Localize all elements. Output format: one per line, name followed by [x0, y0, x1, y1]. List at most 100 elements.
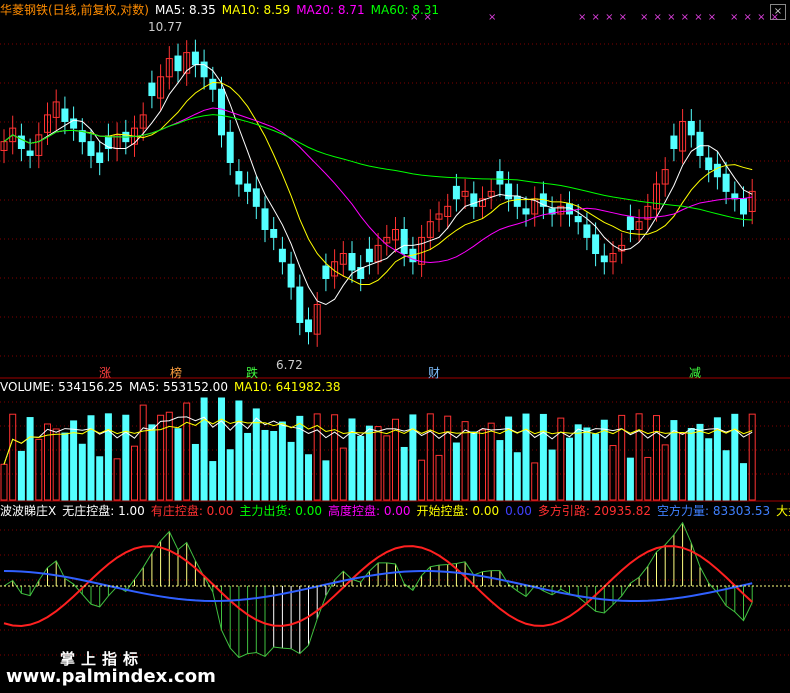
candle-body [87, 141, 95, 156]
dapan-label: 大盘资金 [776, 504, 790, 518]
stock-title: 华菱钢铁(日线,前复权,对数) [0, 3, 149, 17]
volume-bar [426, 413, 434, 501]
volume-bar [731, 413, 739, 501]
candle-body [287, 263, 295, 288]
candle-body [26, 150, 34, 156]
kline-chart [0, 39, 790, 659]
candle-body [270, 228, 278, 238]
indicator-envelope [3, 521, 753, 659]
candle-body [505, 183, 513, 200]
candle-body [513, 195, 521, 207]
marker-x-1: × × [410, 12, 433, 23]
marker-x-5: × × × × [730, 12, 781, 23]
volume-bar [148, 424, 156, 501]
volume-bar [418, 459, 426, 501]
volume-bar [339, 447, 347, 501]
volume-bar [609, 445, 617, 501]
vol-ma5-label: MA5: 553152.00 [129, 380, 228, 394]
volume-bar [218, 397, 225, 501]
candle-body [713, 163, 721, 178]
candle-body [522, 208, 530, 215]
candle-body [705, 157, 713, 171]
volume-header: VOLUME: 534156.25 MA5: 553152.00 MA10: 641… [0, 379, 347, 395]
volume-bar [35, 438, 43, 501]
ma60-line [3, 114, 753, 221]
volume-bar [531, 462, 539, 501]
volume-bar [557, 417, 565, 501]
volume-bar [583, 427, 591, 501]
volume-bar [383, 435, 391, 501]
ma5-label: MA5: 8.35 [155, 3, 216, 17]
volume-bar [626, 457, 634, 501]
tag-jian[interactable]: 减 [689, 364, 701, 381]
volume-bar [574, 424, 582, 501]
volume-bar [444, 415, 452, 501]
candle-body [400, 228, 408, 255]
volume-bar [566, 437, 573, 501]
volume-bar [96, 456, 104, 501]
volume-bar [200, 397, 208, 501]
vol-ma10-label: MA10: 641982.38 [233, 380, 341, 394]
volume-bar [113, 458, 121, 501]
candle-body [574, 215, 582, 223]
candle-body [600, 255, 608, 263]
volume-bar [400, 446, 408, 501]
price-header: 华菱钢铁(日线,前复权,对数) MA5: 8.35 MA10: 8.59 MA20: … [0, 2, 445, 18]
kongfang-label: 空方力量: 83303.53 [656, 504, 771, 518]
candle-body [452, 185, 460, 200]
tag-cai[interactable]: 财 [428, 364, 440, 381]
volume-label: VOLUME: 534156.25 [0, 380, 123, 394]
volume-bar [305, 454, 312, 501]
candle-body [592, 234, 600, 255]
volume-bar [644, 456, 652, 501]
candle-body [235, 171, 243, 185]
candle-body [305, 319, 312, 333]
candle-body [278, 248, 286, 263]
candle-body [226, 131, 234, 163]
candle-body [687, 120, 695, 136]
volume-bar [435, 454, 443, 501]
volume-bar [244, 432, 252, 501]
volume-bar [661, 444, 669, 501]
candle-body [365, 248, 373, 263]
candle-body [96, 152, 104, 163]
volume-bar [278, 421, 286, 501]
volume-bar [539, 413, 547, 501]
volume-bar [174, 428, 182, 501]
volume-bar [592, 433, 600, 501]
zhuli-label: 主力出货: 0.00 [239, 504, 322, 518]
gaodu-label: 高度控盘: 0.00 [327, 504, 411, 518]
volume-bar [740, 463, 747, 501]
candle-body [670, 135, 678, 150]
indicator-name: 波波睇庄X [0, 504, 57, 518]
candle-body [252, 188, 260, 207]
volume-bar [722, 450, 730, 501]
candle-body [696, 131, 704, 156]
volume-bar [191, 443, 199, 501]
candle-body [496, 171, 504, 185]
wuzhuang-label: 无庄控盘: 1.00 [62, 504, 145, 518]
volume-bar [357, 435, 365, 501]
volume-bar [9, 413, 17, 501]
candle-body [244, 183, 252, 192]
volume-bar [26, 417, 34, 501]
volume-bar [165, 411, 173, 501]
kaishi-label: 开始控盘: 0.00 [416, 504, 500, 518]
volume-bar [104, 413, 112, 501]
volume-bar [679, 433, 687, 501]
ma10-label: MA10: 8.59 [221, 3, 291, 17]
high-price-label: 10.77 [148, 20, 183, 34]
marker-x-4: × × × × × × [640, 12, 718, 23]
volume-bar [409, 414, 417, 501]
candle-body [61, 108, 69, 122]
volume-bar [287, 441, 295, 501]
volume-bar [261, 429, 269, 501]
volume-bar [522, 413, 530, 501]
volume-bar [78, 443, 86, 501]
volume-bar [653, 415, 660, 501]
volume-bar [235, 400, 243, 501]
indicator-header: 波波睇庄X 无庄控盘: 1.00 有庄控盘: 0.00 主力出货: 0.00 高度控盘:… [0, 503, 790, 519]
ma20-label: MA20: 8.71 [296, 3, 365, 17]
volume-bar [748, 413, 756, 501]
volume-bar [157, 414, 165, 501]
